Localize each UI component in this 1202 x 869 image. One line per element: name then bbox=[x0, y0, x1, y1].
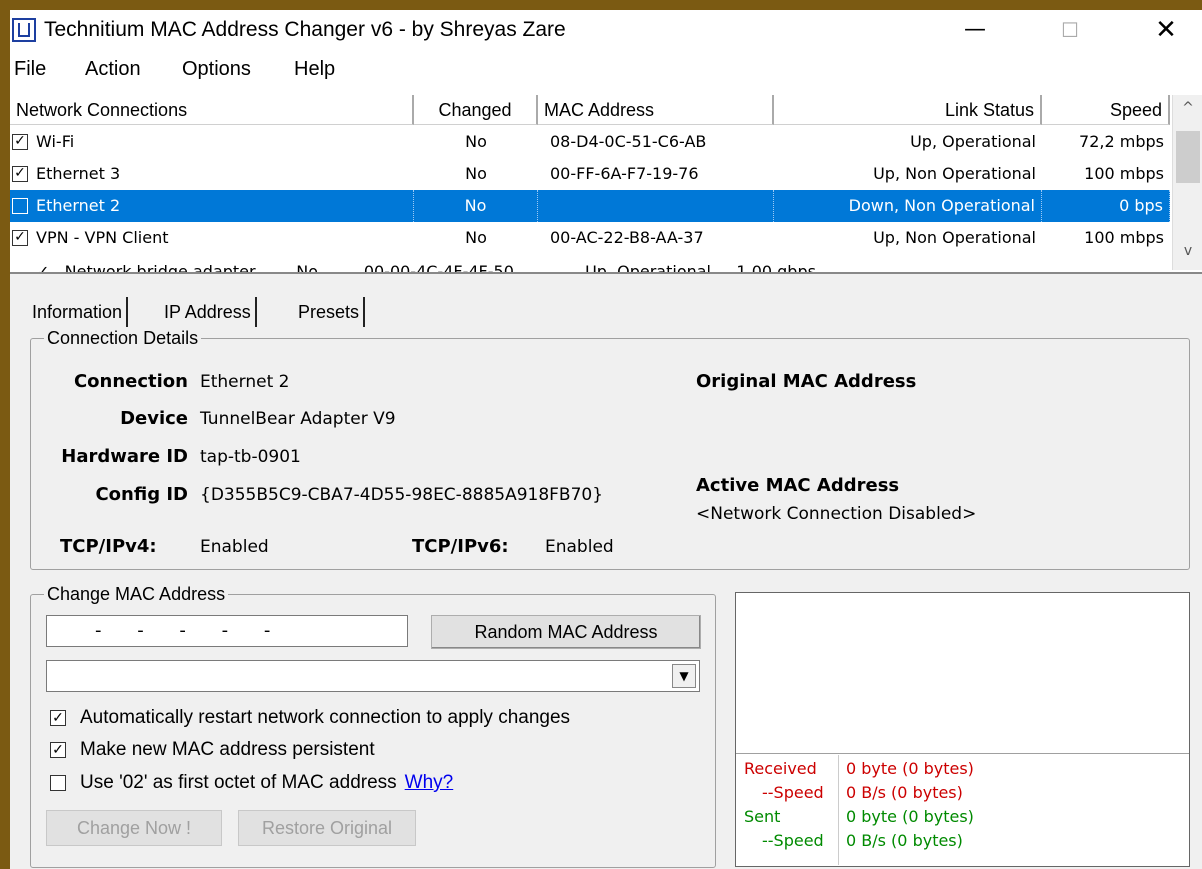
device-value: TunnelBear Adapter V9 bbox=[200, 409, 396, 429]
tab-information[interactable]: Information bbox=[28, 297, 129, 327]
menu-action[interactable]: Action bbox=[85, 58, 141, 81]
list-row-wifi[interactable]: ✓ Wi-Fi No 08-D4-0C-51-C6-AB Up, Operati… bbox=[10, 126, 1170, 158]
row-changed: No bbox=[465, 228, 487, 247]
maximize-button[interactable]: ☐ bbox=[1040, 10, 1100, 52]
row-name: Ethernet 2 bbox=[36, 190, 414, 222]
active-mac-value: <Network Connection Disabled> bbox=[696, 504, 977, 524]
sent-value: 0 byte (0 bytes) bbox=[846, 807, 974, 826]
row-status: Up, Non Operational bbox=[873, 228, 1036, 247]
column-network-connections[interactable]: Network Connections bbox=[10, 95, 414, 125]
connection-value: Ethernet 2 bbox=[200, 372, 290, 392]
change-mac-title: Change MAC Address bbox=[44, 584, 229, 605]
received-value: 0 byte (0 bytes) bbox=[846, 759, 974, 778]
tab-ip-address[interactable]: IP Address bbox=[160, 297, 257, 327]
chevron-down-icon[interactable]: ▼ bbox=[672, 664, 696, 688]
hardware-id-label: Hardware ID bbox=[61, 446, 188, 467]
octet-02-checkbox[interactable] bbox=[50, 775, 66, 791]
ipv6-label: TCP/IPv6: bbox=[412, 536, 509, 557]
stats-divider bbox=[838, 755, 839, 865]
persistent-label: Make new MAC address persistent bbox=[80, 739, 375, 760]
hardware-id-value: tap-tb-0901 bbox=[200, 447, 301, 467]
ipv4-value: Enabled bbox=[200, 537, 269, 557]
app-window: Technitium MAC Address Changer v6 - by S… bbox=[10, 10, 1202, 869]
list-row-ethernet-2[interactable]: Ethernet 2 No Down, Non Operational 0 bp… bbox=[10, 190, 1170, 222]
vendor-dropdown[interactable]: ▼ bbox=[46, 660, 700, 692]
why-link[interactable]: Why? bbox=[405, 772, 454, 793]
column-speed[interactable]: Speed bbox=[1042, 95, 1170, 125]
network-connections-list[interactable]: Network Connections Changed MAC Address … bbox=[10, 90, 1202, 274]
random-mac-button[interactable]: Random MAC Address bbox=[431, 615, 701, 649]
menu-options[interactable]: Options bbox=[182, 58, 251, 81]
octet-02-label: Use '02' as first octet of MAC address bbox=[80, 772, 397, 793]
row-status: Up, Operational bbox=[910, 132, 1036, 151]
tab-presets[interactable]: Presets bbox=[294, 297, 366, 327]
restore-original-button[interactable]: Restore Original bbox=[238, 810, 416, 846]
rx-speed-label: --Speed bbox=[762, 783, 824, 802]
row-name: VPN - VPN Client bbox=[36, 228, 169, 247]
connection-label: Connection bbox=[73, 371, 188, 392]
graph-divider bbox=[736, 753, 1189, 754]
close-button[interactable]: ✕ bbox=[1136, 10, 1196, 52]
column-changed[interactable]: Changed bbox=[414, 95, 538, 125]
row-partial-text: ✓ Network bridge adapter No 00-00-4C-4F-… bbox=[36, 262, 816, 272]
app-icon bbox=[12, 18, 36, 42]
traffic-graph-panel: Received 0 byte (0 bytes) --Speed 0 B/s … bbox=[735, 592, 1190, 867]
column-mac-address[interactable]: MAC Address bbox=[538, 95, 774, 125]
row-mac: 00-FF-6A-F7-19-76 bbox=[550, 164, 699, 183]
sent-label: Sent bbox=[744, 807, 781, 826]
ipv6-value: Enabled bbox=[545, 537, 614, 557]
config-id-label: Config ID bbox=[95, 484, 188, 505]
row-changed: No bbox=[465, 164, 487, 183]
random-mac-button-label: Random MAC Address bbox=[474, 622, 658, 642]
auto-restart-checkbox[interactable]: ✓ bbox=[50, 710, 66, 726]
row-speed: 72,2 mbps bbox=[1079, 132, 1164, 151]
window-title: Technitium MAC Address Changer v6 - by S… bbox=[44, 18, 566, 41]
row-name: Wi-Fi bbox=[36, 132, 75, 151]
list-scrollbar[interactable]: ^ v bbox=[1172, 95, 1202, 270]
row-mac: 08-D4-0C-51-C6-AB bbox=[550, 132, 707, 151]
persistent-checkbox[interactable]: ✓ bbox=[50, 742, 66, 758]
mac-address-input[interactable]: - - - - - bbox=[46, 615, 408, 647]
ipv4-label: TCP/IPv4: bbox=[60, 536, 157, 557]
row-name: Ethernet 3 bbox=[36, 164, 121, 183]
menu-help[interactable]: Help bbox=[294, 58, 335, 81]
list-row-vpn-client[interactable]: ✓ VPN - VPN Client No 00-AC-22-B8-AA-37 … bbox=[10, 222, 1170, 254]
device-label: Device bbox=[120, 408, 188, 429]
scroll-up-icon[interactable]: ^ bbox=[1173, 97, 1202, 119]
row-mac: 00-AC-22-B8-AA-37 bbox=[550, 228, 704, 247]
minimize-button[interactable]: — bbox=[945, 10, 1005, 52]
title-bar: Technitium MAC Address Changer v6 - by S… bbox=[10, 10, 1202, 52]
row-checkbox[interactable]: ✓ bbox=[12, 134, 28, 150]
row-status: Up, Non Operational bbox=[873, 164, 1036, 183]
menu-bar: File Action Options Help bbox=[10, 52, 1202, 90]
column-link-status[interactable]: Link Status bbox=[774, 95, 1042, 125]
auto-restart-label: Automatically restart network connection… bbox=[80, 707, 571, 728]
connection-details-title: Connection Details bbox=[44, 328, 202, 349]
tx-speed-label: --Speed bbox=[762, 831, 824, 850]
active-mac-label: Active MAC Address bbox=[696, 475, 900, 496]
change-now-button[interactable]: Change Now ! bbox=[46, 810, 222, 846]
tx-speed-value: 0 B/s (0 bytes) bbox=[846, 831, 963, 850]
row-checkbox[interactable]: ✓ bbox=[12, 230, 28, 246]
row-checkbox[interactable] bbox=[12, 198, 28, 214]
list-row-partial: ✓ Network bridge adapter No 00-00-4C-4F-… bbox=[10, 260, 1170, 272]
original-mac-label: Original MAC Address bbox=[696, 371, 917, 392]
rx-speed-value: 0 B/s (0 bytes) bbox=[846, 783, 963, 802]
row-changed: No bbox=[414, 190, 538, 222]
row-status: Down, Non Operational bbox=[774, 190, 1042, 222]
config-id-value: {D355B5C9-CBA7-4D55-98EC-8885A918FB70} bbox=[200, 485, 604, 505]
received-label: Received bbox=[744, 759, 817, 778]
row-speed: 100 mbps bbox=[1084, 228, 1164, 247]
list-row-ethernet-3[interactable]: ✓ Ethernet 3 No 00-FF-6A-F7-19-76 Up, No… bbox=[10, 158, 1170, 190]
row-speed: 100 mbps bbox=[1084, 164, 1164, 183]
scroll-down-icon[interactable]: v bbox=[1173, 240, 1202, 262]
row-mac bbox=[538, 190, 774, 222]
row-changed: No bbox=[465, 132, 487, 151]
scroll-thumb[interactable] bbox=[1176, 131, 1200, 183]
row-speed: 0 bps bbox=[1042, 190, 1170, 222]
row-checkbox[interactable]: ✓ bbox=[12, 166, 28, 182]
menu-file[interactable]: File bbox=[14, 58, 46, 81]
